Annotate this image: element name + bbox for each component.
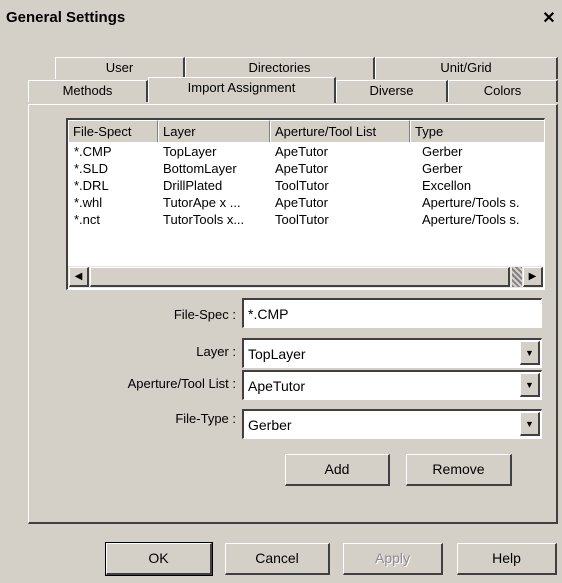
layer-select[interactable]: TopLayer ▼ [242,338,542,368]
list-item[interactable]: *.SLD BottomLayer ApeTutor Gerber [68,161,544,178]
scroll-thumb[interactable] [90,267,510,287]
file-type-value: Gerber [248,417,292,433]
cell-type: Aperture/Tools s. [422,195,520,210]
tab-user[interactable]: User [55,57,185,79]
scroll-track[interactable] [512,267,522,287]
apply-button[interactable]: Apply [343,543,443,575]
cell-layer: TopLayer [163,144,217,159]
cell-type: Aperture/Tools s. [422,212,520,227]
tab-unit-grid[interactable]: Unit/Grid [375,57,558,79]
cancel-button[interactable]: Cancel [225,543,330,575]
list-header: File-Spect Layer Aperture/Tool List Type [68,120,544,142]
column-header-aperture[interactable]: Aperture/Tool List [270,120,410,142]
tab-methods[interactable]: Methods [28,80,148,102]
file-spec-label: File-Spec : [173,307,236,322]
cell-file-spect: *.DRL [74,178,109,193]
list-item[interactable]: *.CMP TopLayer ApeTutor Gerber [68,144,544,161]
cell-aperture: ApeTutor [275,161,328,176]
cell-file-spect: *.whl [74,195,103,210]
file-type-select[interactable]: Gerber ▼ [242,409,542,439]
ok-button[interactable]: OK [105,542,213,576]
remove-button[interactable]: Remove [406,454,512,486]
window-title: General Settings [6,9,126,26]
list-item[interactable]: *.whl TutorApe x ... ApeTutor Aperture/T… [68,195,544,212]
scroll-right-icon[interactable]: ▶ [523,267,543,287]
cell-file-spect: *.SLD [74,161,108,176]
aperture-select[interactable]: ApeTutor ▼ [242,370,542,400]
cell-type: Excellon [422,178,472,193]
assignment-list[interactable]: File-Spect Layer Aperture/Tool List Type… [66,118,545,290]
list-item[interactable]: *.DRL DrillPlated ToolTutor Excellon [68,178,544,195]
help-button[interactable]: Help [457,543,557,575]
general-settings-dialog: General Settings ✕ User Directories Unit… [0,0,562,583]
file-spec-input[interactable]: *.CMP [242,298,542,328]
cell-layer: BottomLayer [163,161,237,176]
column-header-layer[interactable]: Layer [158,120,270,142]
list-item[interactable]: *.nct TutorTools x... ToolTutor Aperture… [68,212,544,229]
horizontal-scrollbar[interactable]: ◀ ▶ [68,266,543,288]
cell-file-spect: *.CMP [74,144,112,159]
cell-layer: TutorTools x... [163,212,245,227]
cell-aperture: ApeTutor [275,195,328,210]
scroll-left-icon[interactable]: ◀ [69,267,89,287]
tab-diverse[interactable]: Diverse [336,80,448,102]
close-icon[interactable]: ✕ [540,10,558,28]
tab-directories[interactable]: Directories [185,57,375,79]
file-spec-value: *.CMP [248,306,289,322]
cell-aperture: ApeTutor [275,144,328,159]
tab-colors[interactable]: Colors [448,80,558,102]
cell-aperture: ToolTutor [275,212,329,227]
cell-type: Gerber [422,144,463,159]
chevron-down-icon[interactable]: ▼ [520,373,540,397]
chevron-down-icon[interactable]: ▼ [520,341,540,365]
cell-layer: DrillPlated [163,178,223,193]
layer-value: TopLayer [248,346,306,362]
tab-import-assignment[interactable]: Import Assignment [148,77,336,103]
column-header-type[interactable]: Type [410,120,544,142]
file-type-label: File-Type : [175,411,236,426]
chevron-down-icon[interactable]: ▼ [520,412,540,436]
cell-type: Gerber [422,161,463,176]
cell-layer: TutorApe x ... [163,195,241,210]
add-button[interactable]: Add [285,454,390,486]
aperture-label: Aperture/Tool List : [127,376,236,391]
layer-label: Layer : [196,344,236,359]
aperture-value: ApeTutor [248,378,306,394]
column-header-file-spect[interactable]: File-Spect [68,120,158,142]
title-bar: General Settings ✕ [0,0,562,34]
cell-file-spect: *.nct [74,212,101,227]
cell-aperture: ToolTutor [275,178,329,193]
